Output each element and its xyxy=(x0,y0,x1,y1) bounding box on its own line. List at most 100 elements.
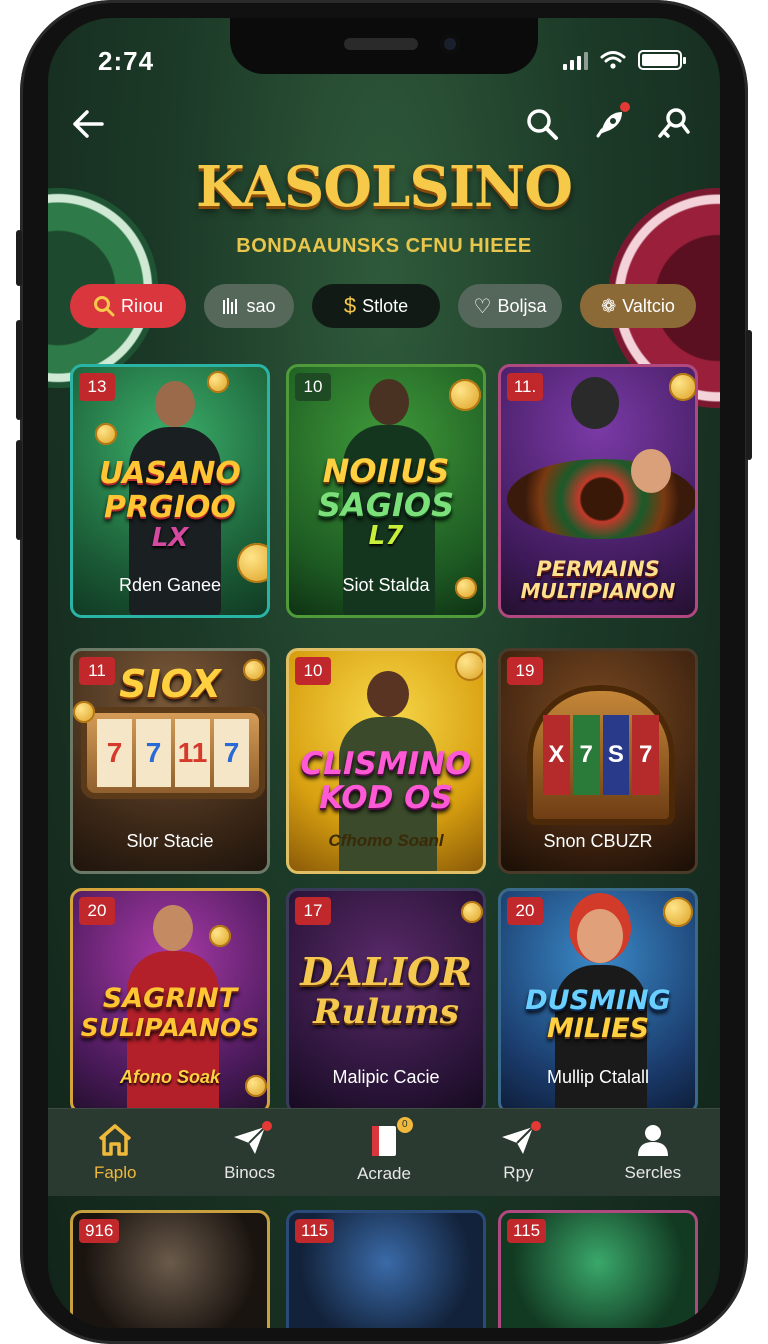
filter-pill-stlote[interactable]: $ Stlote xyxy=(312,284,440,328)
back-arrow-icon[interactable] xyxy=(66,102,110,146)
game-card[interactable]: 10 NOIIUS SAGIOS L7 Siot Stalda xyxy=(286,364,486,618)
game-subtitle: Afono Soak xyxy=(119,1067,220,1087)
mute-switch xyxy=(16,230,22,286)
gift-icon: ❁ xyxy=(601,295,617,316)
filter-label: Valtcio xyxy=(622,295,675,316)
avatar xyxy=(577,909,623,963)
game-card-peek[interactable]: 916 xyxy=(70,1210,270,1328)
game-title-line: SIOX xyxy=(119,662,221,706)
game-rank: 10 xyxy=(295,657,331,685)
game-subtitle: Cfhomo Soanl xyxy=(328,831,444,850)
brand-logo: KASOLSINO xyxy=(195,154,573,220)
filter-bar: Riıou sao $ Stlote ♡ Boljsa ❁ Valtcio xyxy=(70,284,710,332)
notification-dot xyxy=(531,1121,542,1131)
nav-item-binocs[interactable]: Binocs xyxy=(182,1109,316,1196)
app-screen: 2:74 KASOLSINO BONDAAUNSKS CFNU HIEEE Ri… xyxy=(48,18,720,1328)
game-title-line: DUSMING xyxy=(525,985,671,1016)
bars-icon xyxy=(223,298,238,314)
search-icon[interactable] xyxy=(520,102,564,146)
filter-pill-boljsa[interactable]: ♡ Boljsa xyxy=(458,284,562,328)
game-card[interactable]: 11. PERMAINS MULTIPIANON xyxy=(498,364,698,618)
nav-label: Faplo xyxy=(93,1162,137,1182)
bottom-nav: Faplo Binocs 0 Acrade Rpy Sercles xyxy=(48,1108,720,1196)
game-title-line: MILIES xyxy=(546,1013,650,1044)
nav-item-acrade[interactable]: 0 Acrade xyxy=(317,1109,451,1196)
slot-machine: X 7 S 7 xyxy=(527,685,675,825)
game-rank: 916 xyxy=(79,1219,120,1243)
rocket-notification-dot xyxy=(620,102,630,112)
game-title-line: UASANO xyxy=(99,456,241,491)
game-title-line: SAGIOS xyxy=(317,486,455,524)
game-subtitle: Malipic Cacie xyxy=(332,1067,440,1087)
game-card[interactable]: 17 DALIOR Rulums Malipic Cacie xyxy=(286,888,486,1114)
status-time: 2:74 xyxy=(98,46,155,76)
key-search-icon[interactable] xyxy=(652,102,696,146)
front-camera xyxy=(440,34,460,54)
nav-item-home[interactable]: Faplo xyxy=(48,1109,182,1196)
game-card[interactable]: 13 UASANO PRGIOO LX Rden Ganee xyxy=(70,364,270,618)
game-title-line: MULTIPIANON xyxy=(520,579,676,603)
game-rank: 115 xyxy=(507,1219,547,1243)
nav-item-rpy[interactable]: Rpy xyxy=(451,1109,585,1196)
game-subtitle: Snon CBUZR xyxy=(543,831,653,851)
filter-label: Stlote xyxy=(362,295,409,316)
battery-icon xyxy=(638,50,686,70)
nav-label: Rpy xyxy=(503,1162,534,1182)
game-subtitle: Slor Stacie xyxy=(126,831,214,851)
game-title-line: KOD OS xyxy=(319,780,453,816)
game-title-line: SAGRINT xyxy=(102,983,238,1014)
volume-down-button xyxy=(16,440,22,540)
notification-dot xyxy=(262,1121,273,1131)
search-icon xyxy=(93,296,115,317)
nav-label: Acrade xyxy=(357,1163,411,1183)
status-icons xyxy=(563,50,686,70)
filter-pill-sao[interactable]: sao xyxy=(204,284,294,328)
nav-label: Sercles xyxy=(624,1162,682,1182)
game-rank: 11. xyxy=(507,373,543,401)
game-card[interactable]: X 7 S 7 19 Snon CBUZR xyxy=(498,648,698,874)
game-title-line: PRGIOO xyxy=(104,490,236,525)
game-title-line: L7 xyxy=(368,521,404,551)
nav-label: Binocs xyxy=(224,1162,276,1182)
book-icon xyxy=(372,1125,397,1156)
rocket-icon[interactable] xyxy=(588,102,632,146)
slot-reels: 7 7 11 7 xyxy=(81,707,265,799)
game-rank: 20 xyxy=(79,897,115,925)
game-rank: 17 xyxy=(295,897,331,925)
game-rank: 10 xyxy=(295,373,331,401)
coin-badge-icon: 0 xyxy=(396,1117,413,1133)
game-title-line: SULIPAANOS xyxy=(80,1013,260,1042)
game-title-line: PERMAINS xyxy=(536,557,660,581)
game-title-line: CLISMINO xyxy=(300,746,472,782)
filter-pill-riiou[interactable]: Riıou xyxy=(70,284,186,328)
game-card[interactable]: 7 7 11 7 11 SIOX Slor Stacie xyxy=(70,648,270,874)
cellular-signal-icon xyxy=(563,50,588,70)
game-rank: 13 xyxy=(79,373,115,401)
user-icon xyxy=(637,1124,668,1156)
avatar xyxy=(369,379,409,425)
game-title-line: NOIIUS xyxy=(322,452,450,490)
volume-up-button xyxy=(16,320,22,420)
wifi-icon xyxy=(600,51,626,69)
game-card-peek[interactable]: 115 xyxy=(286,1210,486,1328)
filter-pill-valtcio[interactable]: ❁ Valtcio xyxy=(580,284,696,328)
avatar xyxy=(153,905,193,951)
game-rank: 115 xyxy=(295,1219,335,1243)
game-card[interactable]: 20 DUSMING MILIES Mullip Ctalall xyxy=(498,888,698,1114)
game-card[interactable]: 10 CLISMINO KOD OS Cfhomo Soanl xyxy=(286,648,486,874)
nav-item-sercles[interactable]: Sercles xyxy=(586,1109,720,1196)
notch xyxy=(230,18,538,74)
game-title-line: Rulums xyxy=(313,992,459,1032)
avatar xyxy=(571,377,619,429)
home-icon xyxy=(99,1123,132,1156)
power-button xyxy=(746,330,752,460)
game-card-peek[interactable]: 115 xyxy=(498,1210,698,1328)
filter-label: Riıou xyxy=(120,295,164,316)
filter-label: Boljsa xyxy=(497,295,547,316)
game-subtitle: Mullip Ctalall xyxy=(546,1067,650,1087)
game-title-line: LX xyxy=(151,523,189,553)
brand-tagline: BONDAAUNSKS CFNU HIEEE xyxy=(236,235,532,257)
game-card[interactable]: 20 SAGRINT SULIPAANOS Afono Soak xyxy=(70,888,270,1114)
speaker-grille xyxy=(344,38,418,50)
avatar xyxy=(367,671,409,717)
